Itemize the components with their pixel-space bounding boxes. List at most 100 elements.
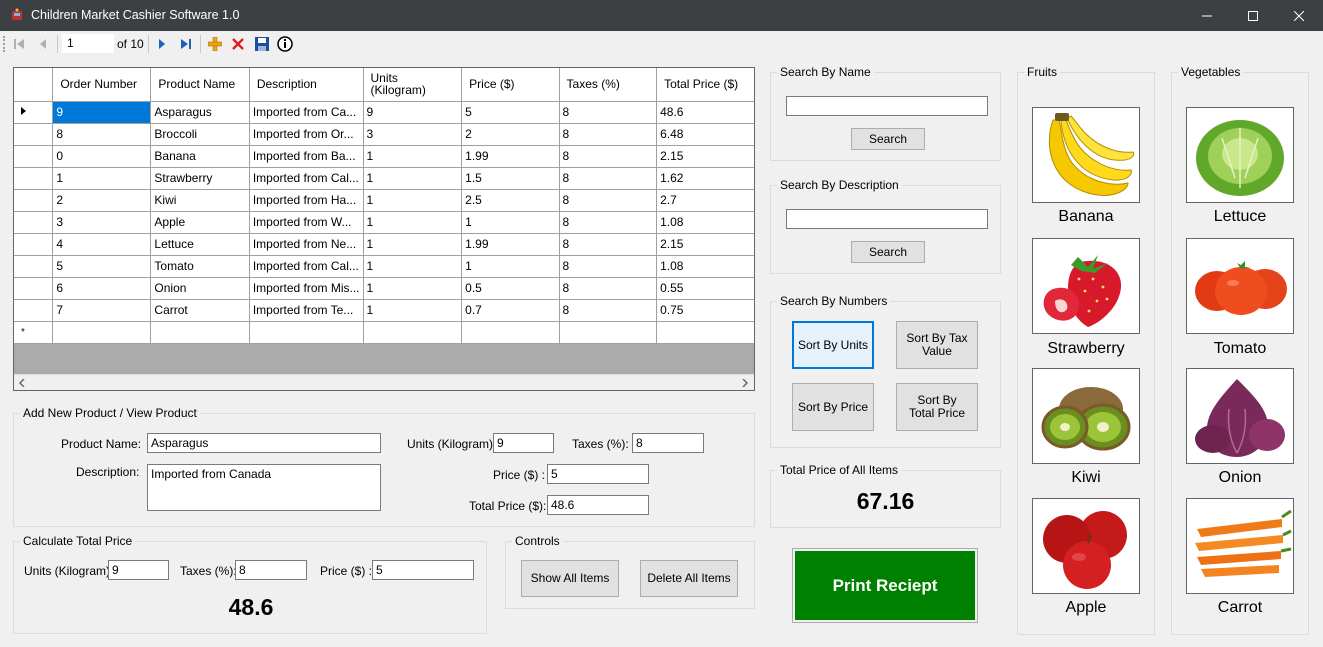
move-last-button[interactable] — [176, 34, 196, 54]
row-header[interactable] — [14, 277, 54, 300]
lettuce-image[interactable] — [1186, 107, 1294, 203]
table-cell[interactable] — [559, 321, 658, 344]
table-cell[interactable]: 1.62 — [656, 167, 754, 190]
table-cell[interactable] — [249, 321, 364, 344]
table-cell[interactable]: Imported from Ha... — [249, 189, 364, 212]
table-cell[interactable]: Tomato — [150, 255, 250, 278]
table-cell[interactable]: 2.7 — [656, 189, 754, 212]
table-cell[interactable]: 5 — [52, 255, 152, 278]
table-row[interactable]: 8 Broccoli Imported from Or... 3 2 8 6.48 — [14, 123, 754, 146]
add-new-button[interactable] — [205, 34, 225, 54]
table-cell[interactable]: 8 — [559, 101, 658, 124]
table-cell[interactable]: 2 — [52, 189, 152, 212]
search-description-input[interactable] — [786, 209, 988, 229]
search-name-input[interactable] — [786, 96, 988, 116]
row-header[interactable] — [14, 255, 54, 278]
table-cell[interactable]: 1.99 — [461, 145, 560, 168]
table-cell[interactable]: Imported from Cal... — [249, 255, 364, 278]
taxes-input[interactable]: 8 — [632, 433, 704, 453]
table-row[interactable]: 1 Strawberry Imported from Cal... 1 1.5 8 1.62 — [14, 167, 754, 190]
table-cell[interactable]: 0 — [52, 145, 152, 168]
table-cell[interactable]: 2.15 — [656, 145, 754, 168]
table-cell[interactable]: 1 — [461, 255, 560, 278]
table-cell[interactable]: Apple — [150, 211, 250, 234]
table-cell[interactable]: 8 — [559, 211, 658, 234]
table-cell[interactable]: 1 — [363, 189, 463, 212]
carrot-image[interactable] — [1186, 498, 1294, 594]
table-cell[interactable]: Strawberry — [150, 167, 250, 190]
table-cell[interactable]: 1.08 — [656, 255, 754, 278]
column-header[interactable]: Product Name — [150, 68, 250, 102]
table-cell[interactable]: 1 — [363, 233, 463, 256]
table-cell[interactable] — [656, 321, 754, 344]
table-cell[interactable]: 1 — [363, 277, 463, 300]
table-cell[interactable]: 1 — [363, 211, 463, 234]
table-cell[interactable]: 8 — [559, 299, 658, 322]
table-cell[interactable]: 2.15 — [656, 233, 754, 256]
table-cell[interactable]: Asparagus — [150, 101, 250, 124]
column-header[interactable]: Taxes (%) — [559, 68, 658, 102]
row-header[interactable] — [14, 101, 54, 124]
row-header[interactable] — [14, 167, 54, 190]
calc-units-input[interactable]: 9 — [108, 560, 169, 580]
table-cell[interactable] — [363, 321, 463, 344]
table-cell[interactable]: 1 — [52, 167, 152, 190]
onion-image[interactable] — [1186, 368, 1294, 464]
table-cell[interactable]: 1 — [363, 299, 463, 322]
table-cell[interactable]: 8 — [52, 123, 152, 146]
table-cell[interactable]: 0.7 — [461, 299, 560, 322]
table-row[interactable]: 9 Asparagus Imported from Ca... 9 5 8 48.6 — [14, 101, 754, 124]
calc-taxes-input[interactable]: 8 — [235, 560, 307, 580]
banana-image[interactable] — [1032, 107, 1140, 203]
sort-price-button[interactable]: Sort By Price — [792, 383, 874, 431]
table-cell[interactable]: 0.55 — [656, 277, 754, 300]
table-cell[interactable]: Imported from Or... — [249, 123, 364, 146]
table-cell[interactable]: 1 — [363, 145, 463, 168]
table-cell[interactable]: 8 — [559, 145, 658, 168]
table-cell[interactable]: 8 — [559, 233, 658, 256]
table-row[interactable]: 6 Onion Imported from Mis... 1 0.5 8 0.55 — [14, 277, 754, 300]
table-cell[interactable]: 48.6 — [656, 101, 754, 124]
sort-units-button[interactable]: Sort By Units — [792, 321, 874, 369]
table-row[interactable]: 2 Kiwi Imported from Ha... 1 2.5 8 2.7 — [14, 189, 754, 212]
row-header[interactable] — [14, 299, 54, 322]
table-cell[interactable]: 8 — [559, 255, 658, 278]
new-row[interactable]: * — [14, 321, 754, 344]
table-cell[interactable]: Imported from W... — [249, 211, 364, 234]
table-cell[interactable] — [150, 321, 250, 344]
table-cell[interactable]: 8 — [559, 277, 658, 300]
table-cell[interactable]: 8 — [559, 167, 658, 190]
show-all-button[interactable]: Show All Items — [521, 560, 619, 597]
table-cell[interactable]: 8 — [559, 123, 658, 146]
column-header[interactable]: Description — [249, 68, 364, 102]
table-cell[interactable]: 1 — [363, 167, 463, 190]
calc-price-input[interactable]: 5 — [372, 560, 474, 580]
table-cell[interactable]: 1.08 — [656, 211, 754, 234]
table-row[interactable]: 3 Apple Imported from W... 1 1 8 1.08 — [14, 211, 754, 234]
table-row[interactable]: 0 Banana Imported from Ba... 1 1.99 8 2.15 — [14, 145, 754, 168]
position-textbox[interactable]: 1 — [62, 34, 114, 53]
total-price-input[interactable]: 48.6 — [547, 495, 649, 515]
table-cell[interactable]: 0.5 — [461, 277, 560, 300]
search-description-button[interactable]: Search — [851, 241, 925, 263]
table-cell[interactable]: Imported from Cal... — [249, 167, 364, 190]
row-header[interactable] — [14, 233, 54, 256]
minimize-button[interactable] — [1184, 0, 1230, 31]
move-first-button[interactable] — [9, 34, 29, 54]
strawberry-image[interactable] — [1032, 238, 1140, 334]
apple-image[interactable] — [1032, 498, 1140, 594]
table-cell[interactable]: Broccoli — [150, 123, 250, 146]
info-button[interactable] — [275, 34, 295, 54]
table-cell[interactable]: 7 — [52, 299, 152, 322]
table-cell[interactable]: 1 — [461, 211, 560, 234]
close-button[interactable] — [1276, 0, 1322, 31]
kiwi-image[interactable] — [1032, 368, 1140, 464]
table-cell[interactable]: Kiwi — [150, 189, 250, 212]
search-name-button[interactable]: Search — [851, 128, 925, 150]
row-header[interactable] — [14, 189, 54, 212]
table-cell[interactable] — [52, 321, 152, 344]
scroll-right-icon[interactable] — [741, 379, 749, 387]
table-cell[interactable]: 3 — [363, 123, 463, 146]
table-cell[interactable]: Onion — [150, 277, 250, 300]
table-cell[interactable]: Carrot — [150, 299, 250, 322]
